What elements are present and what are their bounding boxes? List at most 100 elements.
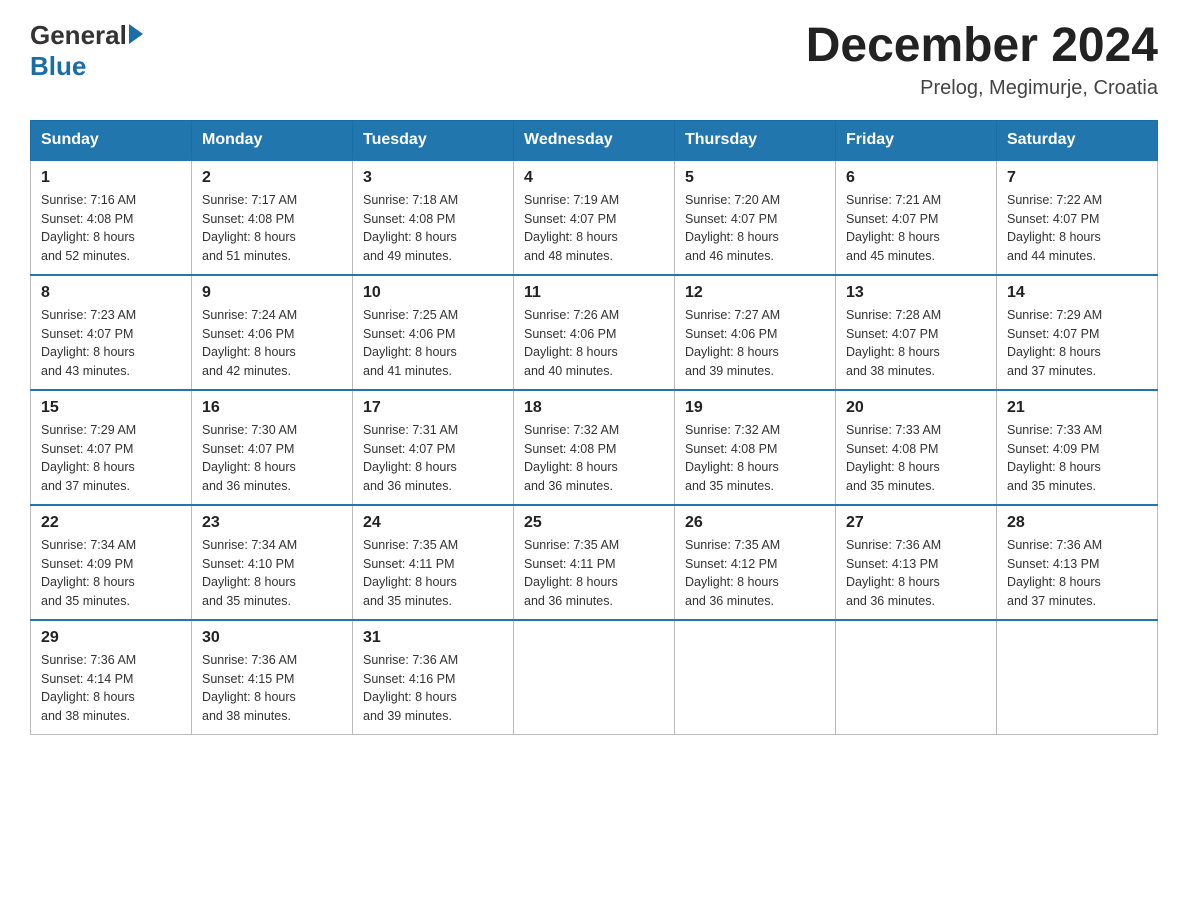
day-number: 4 xyxy=(524,169,664,187)
calendar-cell: 3 Sunrise: 7:18 AM Sunset: 4:08 PM Dayli… xyxy=(353,160,514,275)
calendar-cell: 20 Sunrise: 7:33 AM Sunset: 4:08 PM Dayl… xyxy=(836,390,997,505)
day-number: 17 xyxy=(363,399,503,417)
day-info: Sunrise: 7:32 AM Sunset: 4:08 PM Dayligh… xyxy=(685,421,825,496)
calendar-cell: 19 Sunrise: 7:32 AM Sunset: 4:08 PM Dayl… xyxy=(675,390,836,505)
day-number: 23 xyxy=(202,514,342,532)
calendar-cell: 21 Sunrise: 7:33 AM Sunset: 4:09 PM Dayl… xyxy=(997,390,1158,505)
month-title: December 2024 xyxy=(806,20,1158,73)
calendar-header-row: SundayMondayTuesdayWednesdayThursdayFrid… xyxy=(31,120,1158,160)
calendar-cell xyxy=(836,620,997,735)
calendar-cell: 1 Sunrise: 7:16 AM Sunset: 4:08 PM Dayli… xyxy=(31,160,192,275)
day-number: 30 xyxy=(202,629,342,647)
calendar-cell: 2 Sunrise: 7:17 AM Sunset: 4:08 PM Dayli… xyxy=(192,160,353,275)
day-info: Sunrise: 7:20 AM Sunset: 4:07 PM Dayligh… xyxy=(685,191,825,266)
day-number: 8 xyxy=(41,284,181,302)
page-header: General Blue December 2024 Prelog, Megim… xyxy=(30,20,1158,100)
calendar-cell: 7 Sunrise: 7:22 AM Sunset: 4:07 PM Dayli… xyxy=(997,160,1158,275)
day-info: Sunrise: 7:28 AM Sunset: 4:07 PM Dayligh… xyxy=(846,306,986,381)
day-info: Sunrise: 7:26 AM Sunset: 4:06 PM Dayligh… xyxy=(524,306,664,381)
calendar-cell: 17 Sunrise: 7:31 AM Sunset: 4:07 PM Dayl… xyxy=(353,390,514,505)
calendar-cell: 10 Sunrise: 7:25 AM Sunset: 4:06 PM Dayl… xyxy=(353,275,514,390)
day-number: 29 xyxy=(41,629,181,647)
calendar-cell xyxy=(997,620,1158,735)
calendar-cell: 30 Sunrise: 7:36 AM Sunset: 4:15 PM Dayl… xyxy=(192,620,353,735)
day-number: 16 xyxy=(202,399,342,417)
day-number: 27 xyxy=(846,514,986,532)
day-info: Sunrise: 7:18 AM Sunset: 4:08 PM Dayligh… xyxy=(363,191,503,266)
logo-arrow-icon xyxy=(129,24,143,44)
column-header-saturday: Saturday xyxy=(997,120,1158,160)
calendar-cell xyxy=(514,620,675,735)
day-number: 6 xyxy=(846,169,986,187)
day-info: Sunrise: 7:36 AM Sunset: 4:13 PM Dayligh… xyxy=(1007,536,1147,611)
calendar-cell: 5 Sunrise: 7:20 AM Sunset: 4:07 PM Dayli… xyxy=(675,160,836,275)
logo-general-text: General xyxy=(30,20,127,51)
calendar-cell: 23 Sunrise: 7:34 AM Sunset: 4:10 PM Dayl… xyxy=(192,505,353,620)
column-header-friday: Friday xyxy=(836,120,997,160)
day-info: Sunrise: 7:33 AM Sunset: 4:09 PM Dayligh… xyxy=(1007,421,1147,496)
day-number: 14 xyxy=(1007,284,1147,302)
day-number: 26 xyxy=(685,514,825,532)
day-number: 20 xyxy=(846,399,986,417)
day-number: 22 xyxy=(41,514,181,532)
calendar-cell: 14 Sunrise: 7:29 AM Sunset: 4:07 PM Dayl… xyxy=(997,275,1158,390)
column-header-sunday: Sunday xyxy=(31,120,192,160)
week-row-4: 22 Sunrise: 7:34 AM Sunset: 4:09 PM Dayl… xyxy=(31,505,1158,620)
day-number: 18 xyxy=(524,399,664,417)
day-info: Sunrise: 7:25 AM Sunset: 4:06 PM Dayligh… xyxy=(363,306,503,381)
day-number: 25 xyxy=(524,514,664,532)
day-number: 24 xyxy=(363,514,503,532)
column-header-thursday: Thursday xyxy=(675,120,836,160)
day-info: Sunrise: 7:17 AM Sunset: 4:08 PM Dayligh… xyxy=(202,191,342,266)
calendar-cell: 29 Sunrise: 7:36 AM Sunset: 4:14 PM Dayl… xyxy=(31,620,192,735)
day-number: 7 xyxy=(1007,169,1147,187)
calendar-cell: 27 Sunrise: 7:36 AM Sunset: 4:13 PM Dayl… xyxy=(836,505,997,620)
week-row-2: 8 Sunrise: 7:23 AM Sunset: 4:07 PM Dayli… xyxy=(31,275,1158,390)
day-info: Sunrise: 7:19 AM Sunset: 4:07 PM Dayligh… xyxy=(524,191,664,266)
day-info: Sunrise: 7:34 AM Sunset: 4:09 PM Dayligh… xyxy=(41,536,181,611)
calendar-cell: 8 Sunrise: 7:23 AM Sunset: 4:07 PM Dayli… xyxy=(31,275,192,390)
day-number: 5 xyxy=(685,169,825,187)
calendar-cell: 18 Sunrise: 7:32 AM Sunset: 4:08 PM Dayl… xyxy=(514,390,675,505)
day-number: 1 xyxy=(41,169,181,187)
calendar-cell: 12 Sunrise: 7:27 AM Sunset: 4:06 PM Dayl… xyxy=(675,275,836,390)
day-info: Sunrise: 7:27 AM Sunset: 4:06 PM Dayligh… xyxy=(685,306,825,381)
day-info: Sunrise: 7:34 AM Sunset: 4:10 PM Dayligh… xyxy=(202,536,342,611)
calendar-cell: 15 Sunrise: 7:29 AM Sunset: 4:07 PM Dayl… xyxy=(31,390,192,505)
logo-blue-text: Blue xyxy=(30,51,86,82)
calendar-cell: 22 Sunrise: 7:34 AM Sunset: 4:09 PM Dayl… xyxy=(31,505,192,620)
day-info: Sunrise: 7:36 AM Sunset: 4:16 PM Dayligh… xyxy=(363,651,503,726)
week-row-3: 15 Sunrise: 7:29 AM Sunset: 4:07 PM Dayl… xyxy=(31,390,1158,505)
day-number: 15 xyxy=(41,399,181,417)
day-number: 28 xyxy=(1007,514,1147,532)
location-subtitle: Prelog, Megimurje, Croatia xyxy=(806,77,1158,100)
day-info: Sunrise: 7:32 AM Sunset: 4:08 PM Dayligh… xyxy=(524,421,664,496)
day-number: 31 xyxy=(363,629,503,647)
day-info: Sunrise: 7:29 AM Sunset: 4:07 PM Dayligh… xyxy=(41,421,181,496)
day-info: Sunrise: 7:31 AM Sunset: 4:07 PM Dayligh… xyxy=(363,421,503,496)
day-number: 13 xyxy=(846,284,986,302)
day-info: Sunrise: 7:36 AM Sunset: 4:13 PM Dayligh… xyxy=(846,536,986,611)
day-info: Sunrise: 7:21 AM Sunset: 4:07 PM Dayligh… xyxy=(846,191,986,266)
day-info: Sunrise: 7:36 AM Sunset: 4:14 PM Dayligh… xyxy=(41,651,181,726)
day-number: 21 xyxy=(1007,399,1147,417)
day-info: Sunrise: 7:36 AM Sunset: 4:15 PM Dayligh… xyxy=(202,651,342,726)
calendar-cell: 24 Sunrise: 7:35 AM Sunset: 4:11 PM Dayl… xyxy=(353,505,514,620)
day-info: Sunrise: 7:22 AM Sunset: 4:07 PM Dayligh… xyxy=(1007,191,1147,266)
week-row-5: 29 Sunrise: 7:36 AM Sunset: 4:14 PM Dayl… xyxy=(31,620,1158,735)
day-number: 2 xyxy=(202,169,342,187)
calendar-cell xyxy=(675,620,836,735)
calendar-cell: 4 Sunrise: 7:19 AM Sunset: 4:07 PM Dayli… xyxy=(514,160,675,275)
day-info: Sunrise: 7:23 AM Sunset: 4:07 PM Dayligh… xyxy=(41,306,181,381)
day-number: 9 xyxy=(202,284,342,302)
day-number: 12 xyxy=(685,284,825,302)
calendar-cell: 28 Sunrise: 7:36 AM Sunset: 4:13 PM Dayl… xyxy=(997,505,1158,620)
calendar-cell: 26 Sunrise: 7:35 AM Sunset: 4:12 PM Dayl… xyxy=(675,505,836,620)
day-info: Sunrise: 7:30 AM Sunset: 4:07 PM Dayligh… xyxy=(202,421,342,496)
day-info: Sunrise: 7:35 AM Sunset: 4:11 PM Dayligh… xyxy=(363,536,503,611)
day-info: Sunrise: 7:29 AM Sunset: 4:07 PM Dayligh… xyxy=(1007,306,1147,381)
calendar-cell: 25 Sunrise: 7:35 AM Sunset: 4:11 PM Dayl… xyxy=(514,505,675,620)
logo: General Blue xyxy=(30,20,143,82)
calendar-cell: 13 Sunrise: 7:28 AM Sunset: 4:07 PM Dayl… xyxy=(836,275,997,390)
day-info: Sunrise: 7:24 AM Sunset: 4:06 PM Dayligh… xyxy=(202,306,342,381)
